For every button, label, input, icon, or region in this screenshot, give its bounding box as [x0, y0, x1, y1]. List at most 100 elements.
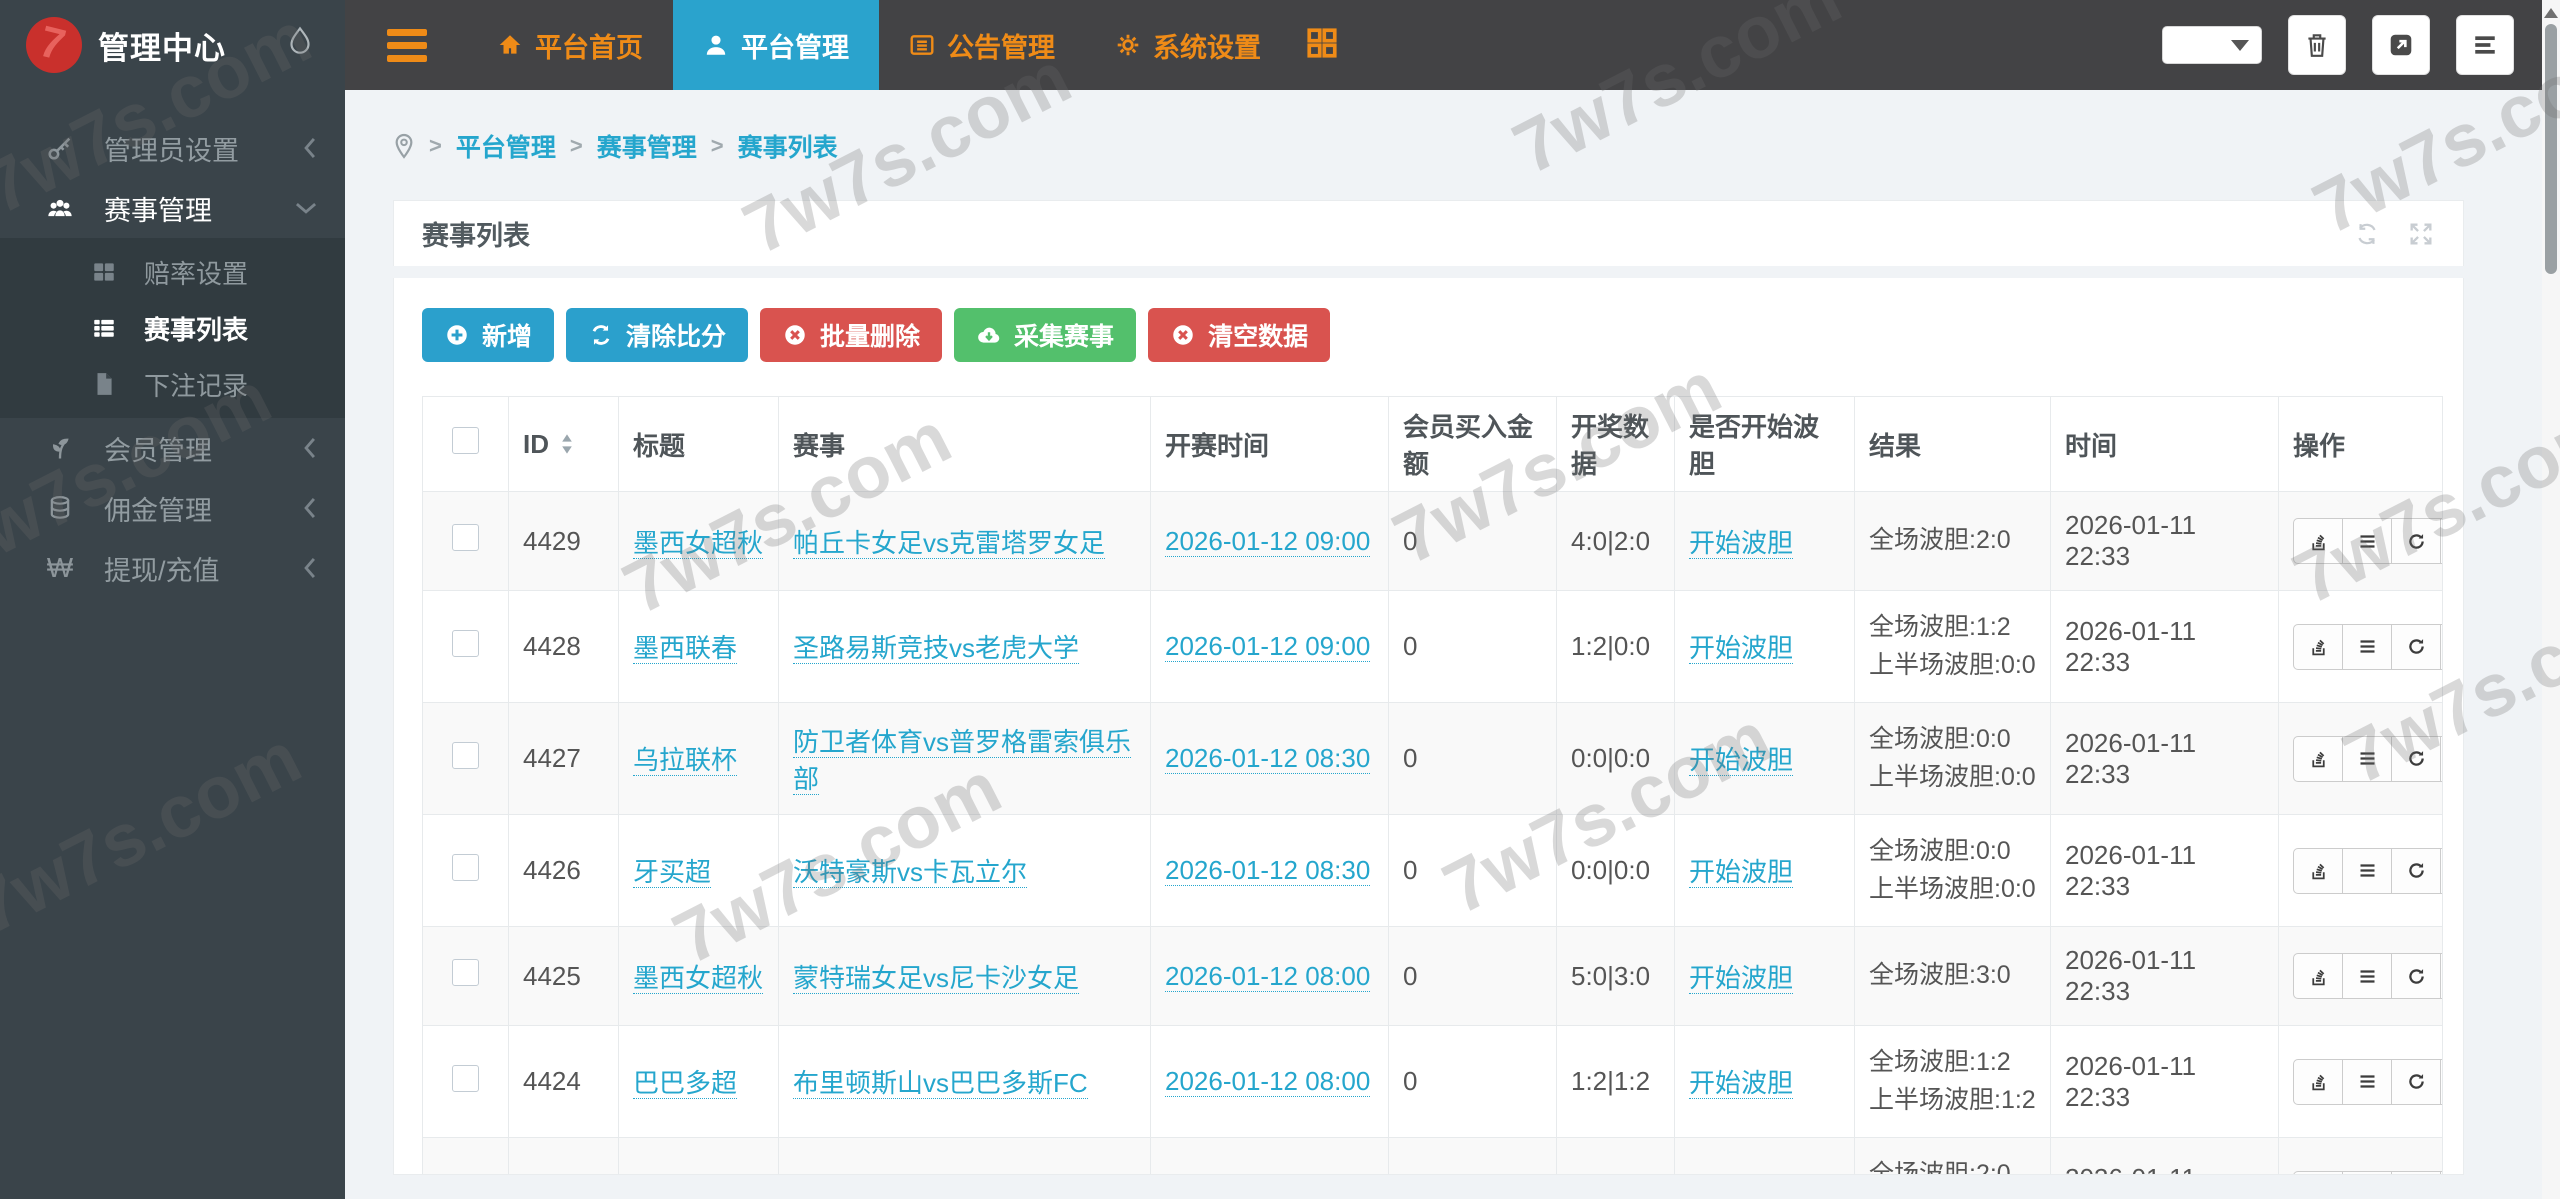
breadcrumb-link-1[interactable]: 平台管理	[456, 128, 556, 164]
column-header-1[interactable]: ID	[508, 396, 619, 492]
op-delete-button[interactable]	[2440, 953, 2442, 999]
op-stack-button[interactable]	[2293, 623, 2343, 670]
panel-body: 新增 清除比分 批量删除 采集赛事 清空数据 ID 标题 赛事 开赛时间 会员买入金额…	[393, 278, 2464, 1175]
op-refresh-button[interactable]	[2391, 847, 2441, 894]
start-time-link[interactable]: 2026-01-12 08:00	[1165, 1066, 1371, 1097]
op-refresh-button[interactable]	[2391, 1170, 2441, 1174]
grid-apps-icon[interactable]	[1305, 26, 1339, 65]
op-delete-button[interactable]	[2440, 1058, 2442, 1105]
sidebar-item-1[interactable]: 管理员设置	[0, 118, 345, 178]
op-delete-button[interactable]	[2440, 847, 2442, 894]
top-dropdown[interactable]	[2162, 26, 2262, 64]
op-delete-button[interactable]	[2440, 735, 2442, 782]
title-link[interactable]: 牙买超	[633, 857, 712, 888]
op-list-button[interactable]	[2342, 847, 2392, 894]
start-time-link[interactable]: 2026-01-12 08:30	[1165, 743, 1371, 774]
sidebar-subitem-下注记录[interactable]: 下注记录	[0, 356, 345, 412]
match-link[interactable]: 防卫者体育vs普罗格雷索俱乐部	[793, 726, 1132, 795]
row-checkbox[interactable]	[452, 741, 479, 769]
op-refresh-button[interactable]	[2391, 1058, 2441, 1105]
breadcrumb-link-3[interactable]: 赛事列表	[738, 128, 838, 164]
nav-tab-3[interactable]: 公告管理	[879, 0, 1085, 90]
title-link[interactable]: 巴巴多超	[633, 1068, 738, 1099]
row-checkbox[interactable]	[452, 1064, 479, 1092]
start-bodan-link[interactable]: 开始波胆	[1689, 527, 1794, 559]
scrollbar-thumb[interactable]	[2545, 24, 2557, 274]
top-controls	[2162, 0, 2514, 90]
start-time-link[interactable]: 2026-01-12 09:00	[1165, 525, 1371, 557]
toolbar-button-5[interactable]: 清空数据	[1148, 308, 1331, 362]
start-bodan-link[interactable]: 开始波胆	[1689, 745, 1794, 776]
sidebar-subitem-赛事列表[interactable]: 赛事列表	[0, 300, 345, 356]
start-bodan-link[interactable]: 开始波胆	[1689, 1068, 1794, 1099]
match-link[interactable]: 布里顿斯山vs巴巴多斯FC	[793, 1068, 1088, 1099]
match-link[interactable]: 帕丘卡女足vs克雷塔罗女足	[793, 527, 1106, 559]
sidebar-item-2[interactable]: 赛事管理	[0, 178, 345, 238]
sort-icon[interactable]	[559, 432, 575, 456]
op-stack-button[interactable]	[2293, 1170, 2343, 1174]
op-list-button[interactable]	[2342, 518, 2392, 564]
nav-tab-2[interactable]: 平台管理	[673, 0, 879, 90]
match-link[interactable]: 沃特豪斯vs卡瓦立尔	[793, 857, 1028, 888]
title-link[interactable]: 墨西女超秋	[633, 962, 764, 994]
toolbar-button-1[interactable]: 新增	[422, 308, 555, 362]
op-stack-button[interactable]	[2293, 847, 2343, 894]
panel-expand-icon[interactable]	[2407, 220, 2435, 248]
row-checkbox[interactable]	[452, 524, 479, 551]
title-link[interactable]: 墨西联春	[633, 633, 738, 664]
stack-icon	[2308, 966, 2329, 987]
op-stack-button[interactable]	[2293, 735, 2343, 782]
op-stack-button[interactable]	[2293, 518, 2343, 564]
op-list-button[interactable]	[2342, 623, 2392, 670]
op-refresh-button[interactable]	[2391, 518, 2441, 564]
sidebar-item-3[interactable]: 会员管理	[0, 418, 345, 478]
start-bodan-link[interactable]: 开始波胆	[1689, 633, 1794, 664]
toolbar-button-2[interactable]: 清除比分	[566, 308, 749, 362]
nav-tab-4[interactable]: 系统设置	[1085, 0, 1291, 90]
trash-button[interactable]	[2288, 15, 2346, 75]
op-list-button[interactable]	[2342, 1058, 2392, 1105]
title-link[interactable]: 乌拉联杯	[633, 745, 738, 776]
op-list-button[interactable]	[2342, 1170, 2392, 1174]
op-delete-button[interactable]	[2440, 518, 2442, 564]
op-delete-button[interactable]	[2440, 1170, 2442, 1174]
breadcrumb-link-2[interactable]: 赛事管理	[597, 128, 697, 164]
op-delete-button[interactable]	[2440, 623, 2442, 670]
match-link[interactable]: 圣路易斯竞技vs老虎大学	[793, 633, 1080, 664]
row-checkbox[interactable]	[452, 629, 479, 657]
toolbar-button-4[interactable]: 采集赛事	[954, 308, 1137, 362]
toolbar-button-3[interactable]: 批量删除	[760, 308, 943, 362]
op-refresh-button[interactable]	[2391, 623, 2441, 670]
op-stack-button[interactable]	[2293, 1058, 2343, 1105]
cell-operations	[2278, 590, 2443, 703]
pagelines-icon	[40, 434, 80, 462]
op-refresh-button[interactable]	[2391, 953, 2441, 999]
scroll-up-arrow[interactable]	[2544, 8, 2558, 18]
cell-buy-in: 0	[1388, 1137, 1557, 1174]
start-time-link[interactable]: 2026-01-12 08:30	[1165, 855, 1371, 886]
sidebar-item-5[interactable]: ₩ 提现/充值	[0, 538, 345, 598]
hamburger-menu-icon[interactable]	[387, 23, 427, 68]
start-bodan-link[interactable]: 开始波胆	[1689, 857, 1794, 888]
match-link[interactable]: 蒙特瑞女足vs尼卡沙女足	[793, 962, 1080, 994]
op-stack-button[interactable]	[2293, 953, 2343, 999]
sidebar-item-4[interactable]: 佣金管理	[0, 478, 345, 538]
start-bodan-link[interactable]: 开始波胆	[1689, 962, 1794, 994]
page-scrollbar[interactable]	[2542, 0, 2560, 1199]
select-all-checkbox[interactable]	[452, 427, 479, 454]
row-checkbox[interactable]	[452, 853, 479, 881]
op-list-button[interactable]	[2342, 735, 2392, 782]
sidebar-subitem-赔率设置[interactable]: 赔率设置	[0, 244, 345, 300]
external-link-button[interactable]	[2372, 15, 2430, 75]
op-refresh-button[interactable]	[2391, 735, 2441, 782]
panel-title: 赛事列表	[422, 221, 530, 251]
title-link[interactable]: 墨西女超秋	[633, 527, 764, 559]
chevron-left-icon	[301, 435, 319, 461]
start-time-link[interactable]: 2026-01-12 09:00	[1165, 631, 1371, 662]
start-time-link[interactable]: 2026-01-12 08:00	[1165, 960, 1371, 992]
menu-list-button[interactable]	[2456, 15, 2514, 75]
panel-refresh-icon[interactable]	[2353, 220, 2381, 248]
row-checkbox[interactable]	[452, 959, 479, 986]
nav-tab-1[interactable]: 平台首页	[467, 0, 673, 90]
op-list-button[interactable]	[2342, 953, 2392, 999]
